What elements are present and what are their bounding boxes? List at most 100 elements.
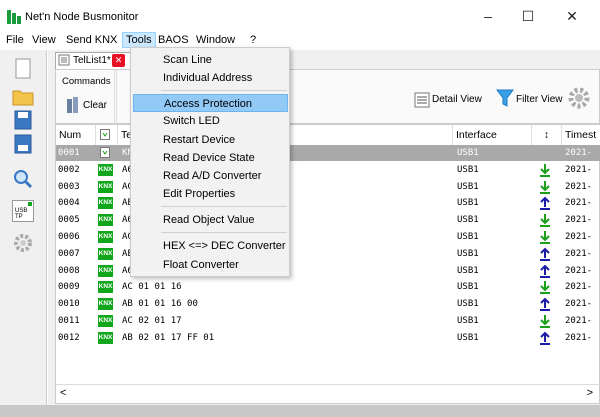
menu-baos[interactable]: BAOS (155, 32, 192, 48)
scroll-left-icon[interactable]: < (60, 387, 66, 399)
system-telegram-icon (100, 147, 110, 158)
menu-help[interactable]: ? (247, 32, 259, 48)
table-row[interactable]: 0009 KNX AC 01 01 16 USB1 2021- (56, 279, 600, 295)
menu-file[interactable]: File (3, 32, 27, 48)
row-num: 0011 (58, 316, 80, 326)
row-num: 0002 (58, 164, 80, 175)
row-timestamp: 2021- (565, 282, 593, 293)
new-document-icon[interactable] (8, 56, 38, 82)
clear-button-label: Clear (83, 100, 107, 111)
row-interface: USB1 (457, 198, 479, 209)
row-num: 0006 (58, 232, 80, 242)
row-num: 0008 (58, 265, 80, 276)
ribbon-group-divider (116, 69, 126, 124)
maximize-button[interactable]: ☐ (508, 4, 548, 28)
tools-menu-dropdown: Scan Line Individual Address Access Prot… (130, 47, 290, 277)
row-num: 0010 (58, 299, 80, 310)
direction-up-icon (540, 196, 550, 211)
menu-item-edit-properties[interactable]: Edit Properties (133, 185, 288, 203)
knx-badge-icon: KNX (98, 298, 113, 311)
close-window-button[interactable]: ✕ (552, 4, 592, 28)
status-bar (0, 405, 600, 417)
col-header-direction[interactable]: ↕ (532, 125, 562, 145)
row-timestamp: 2021- (565, 215, 593, 226)
menu-item-hex-dec-converter[interactable]: HEX <=> DEC Converter (133, 237, 288, 255)
menu-bar: File View Send KNX Tools BAOS Window ? (0, 32, 600, 48)
menu-view[interactable]: View (29, 32, 59, 48)
row-interface: USB1 (457, 316, 479, 326)
knx-badge-icon: KNX (98, 231, 113, 243)
row-timestamp: 2021- (565, 316, 593, 326)
row-interface: USB1 (457, 232, 479, 242)
row-timestamp: 2021- (565, 164, 593, 175)
col-header-type[interactable] (96, 125, 118, 145)
row-interface: USB1 (457, 332, 479, 343)
scroll-right-icon[interactable]: > (587, 387, 593, 399)
row-timestamp: 2021- (565, 332, 593, 343)
knx-badge-icon: KNX (98, 331, 113, 344)
menu-item-scan-line[interactable]: Scan Line (133, 51, 288, 69)
col-header-interface[interactable]: Interface (453, 125, 532, 145)
row-num: 0003 (58, 181, 80, 192)
direction-up-icon (540, 247, 550, 261)
menu-send-knx[interactable]: Send KNX (63, 32, 120, 48)
row-timestamp: 2021- (565, 148, 593, 158)
menu-item-individual-address[interactable]: Individual Address (133, 69, 288, 87)
app-logo-icon (7, 10, 21, 24)
row-interface: USB1 (457, 265, 479, 276)
usb-tp-interface-button[interactable]: USB TP (12, 200, 34, 222)
minimize-button[interactable]: – (468, 4, 508, 28)
menu-item-read-device-state[interactable]: Read Device State (133, 149, 288, 167)
save-icon[interactable] (8, 108, 38, 134)
row-interface: USB1 (457, 148, 479, 158)
row-timestamp: 2021- (565, 265, 593, 276)
row-interface: USB1 (457, 282, 479, 293)
menu-item-float-converter[interactable]: Float Converter (133, 256, 288, 274)
menu-tools[interactable]: Tools (122, 32, 156, 48)
knx-badge-icon: KNX (98, 264, 113, 277)
table-row[interactable]: 0011 KNX AC 02 01 17 USB1 2021- (56, 313, 600, 329)
row-num: 0004 (58, 198, 80, 209)
options-gear-icon[interactable] (566, 85, 592, 111)
open-folder-icon[interactable] (8, 84, 38, 110)
row-num: 0005 (58, 215, 80, 226)
detail-view-label: Detail View (432, 94, 482, 105)
tab-close-icon[interactable]: ✕ (112, 54, 125, 67)
knx-badge-icon: KNX (98, 214, 113, 227)
direction-down-icon (540, 281, 550, 295)
row-telegram: AB 02 01 17 FF 01 (122, 332, 215, 343)
settings-gear-icon[interactable] (8, 230, 38, 256)
table-row[interactable]: 0012 KNX AB 02 01 17 FF 01 USB1 2021- (56, 330, 600, 346)
menu-item-switch-led[interactable]: Switch LED (133, 112, 288, 130)
menu-item-read-ad-converter[interactable]: Read A/D Converter (133, 167, 288, 185)
row-num: 0007 (58, 248, 80, 259)
row-telegram: AC 02 01 17 (122, 316, 182, 326)
direction-up-icon (540, 331, 550, 345)
row-timestamp: 2021- (565, 232, 593, 242)
row-timestamp: 2021- (565, 299, 593, 310)
save-as-icon[interactable] (8, 132, 38, 158)
menu-separator (161, 206, 287, 207)
row-interface: USB1 (457, 164, 479, 175)
menu-item-access-protection[interactable]: Access Protection (133, 94, 288, 112)
type-column-icon (100, 129, 110, 140)
knx-badge-icon: KNX (98, 197, 113, 210)
col-header-num[interactable]: Num (56, 125, 96, 145)
direction-down-icon (540, 180, 550, 194)
direction-down-icon (540, 214, 550, 228)
menu-item-read-object-value[interactable]: Read Object Value (133, 211, 288, 229)
table-row[interactable]: 0010 KNX AB 01 01 16 00 USB1 2021- (56, 296, 600, 312)
col-header-timestamp[interactable]: Timest (562, 125, 600, 145)
menu-item-restart-device[interactable]: Restart Device (133, 131, 288, 149)
commands-group-label: Commands (62, 76, 111, 87)
search-icon[interactable] (8, 166, 38, 192)
menu-window[interactable]: Window (193, 32, 238, 48)
row-interface: USB1 (457, 248, 479, 259)
row-num: 0012 (58, 332, 80, 343)
direction-up-icon (540, 297, 550, 312)
direction-down-icon (540, 231, 550, 244)
knx-badge-icon: KNX (98, 163, 113, 176)
horizontal-scrollbar[interactable]: < > (56, 384, 599, 403)
window-title: Net'n Node Busmonitor (25, 11, 139, 23)
direction-down-icon (540, 163, 550, 177)
